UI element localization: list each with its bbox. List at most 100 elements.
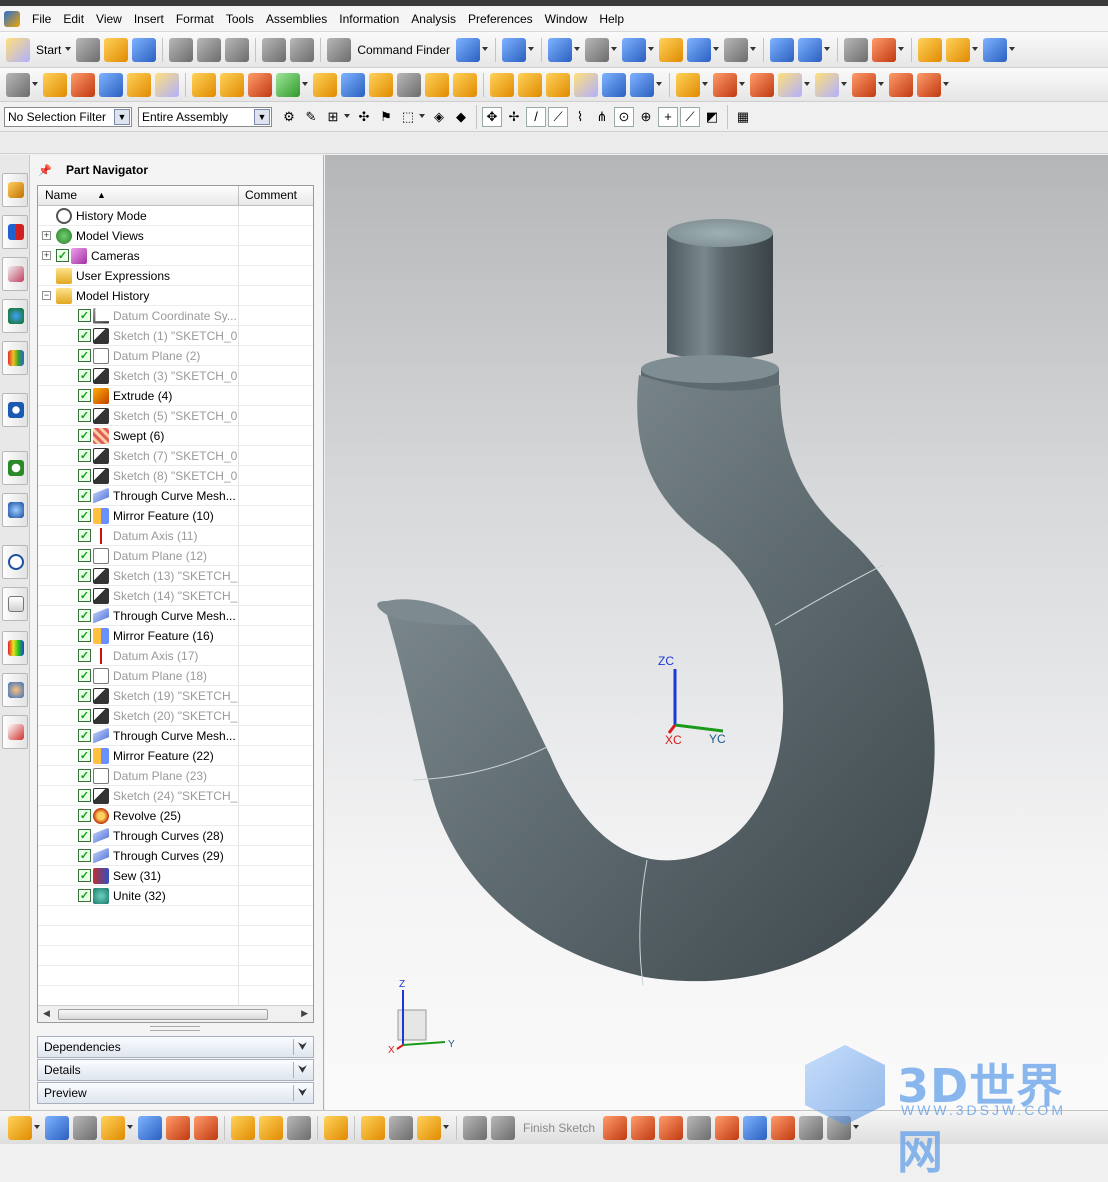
sew-icon[interactable] xyxy=(602,72,626,97)
select-all-icon[interactable]: ⊞ xyxy=(323,107,343,127)
open-file-icon[interactable] xyxy=(104,37,129,62)
sketch-preferences-icon[interactable] xyxy=(8,1115,32,1140)
sketch-grid-icon[interactable] xyxy=(491,1115,515,1140)
tree-row[interactable]: ✓ Sketch (24) "SKETCH_... xyxy=(38,786,313,806)
arc-icon[interactable] xyxy=(659,1115,684,1140)
menu-assemblies[interactable]: Assemblies xyxy=(260,6,333,32)
assembly-dropdown-icon[interactable] xyxy=(824,46,831,53)
unite-icon[interactable] xyxy=(276,72,300,97)
visibility-checkbox[interactable]: ✓ xyxy=(78,629,91,642)
snap-midpoint-icon[interactable]: ⟋ xyxy=(548,106,568,127)
studio-spline-icon[interactable] xyxy=(827,1115,852,1140)
resource-system-scenes[interactable] xyxy=(2,715,28,749)
trim-icon[interactable] xyxy=(194,1115,218,1140)
shell-icon[interactable] xyxy=(425,72,449,97)
paste-icon[interactable] xyxy=(225,37,250,62)
scroll-left-icon[interactable]: ◀ xyxy=(43,1008,50,1019)
visibility-checkbox[interactable]: ✓ xyxy=(78,649,91,662)
clip-view-icon[interactable] xyxy=(687,37,712,62)
save-icon[interactable] xyxy=(132,37,157,62)
chevron-down-icon[interactable]: ⮟ xyxy=(293,1039,311,1055)
tree-row[interactable]: ✓ Sketch (3) "SKETCH_0... xyxy=(38,366,313,386)
spline-dropdown-icon[interactable] xyxy=(853,1124,860,1131)
tree-row[interactable]: ✓ Sew (31) xyxy=(38,866,313,886)
tree-row[interactable]: ✓ Mirror Feature (10) xyxy=(38,506,313,526)
tree-row[interactable]: ✓ Sketch (5) "SKETCH_0... xyxy=(38,406,313,426)
visibility-checkbox[interactable]: ✓ xyxy=(78,849,91,862)
tree-row[interactable]: ✓ Sketch (19) "SKETCH_... xyxy=(38,686,313,706)
pin-icon[interactable]: 📌 xyxy=(38,164,52,177)
tree-row[interactable]: ✓ Sketch (14) "SKETCH_... xyxy=(38,586,313,606)
delete-face-icon[interactable] xyxy=(713,72,737,97)
reuse-icon[interactable] xyxy=(889,72,913,97)
intent-rule-icon[interactable]: ✎ xyxy=(301,107,321,127)
pull-face-icon[interactable] xyxy=(852,72,876,97)
constraint-dropdown-icon[interactable] xyxy=(127,1124,133,1131)
resource-roles[interactable] xyxy=(2,673,28,707)
move-face-icon[interactable] xyxy=(676,72,700,97)
fillet-icon[interactable] xyxy=(259,1115,283,1140)
visibility-checkbox[interactable]: ✓ xyxy=(78,709,91,722)
section-preview[interactable]: Preview ⮟ xyxy=(37,1082,314,1104)
graphics-window[interactable]: ZC XC YC Z X Y xyxy=(325,155,1108,1110)
tree-row[interactable]: ✓ Through Curve Mesh... xyxy=(38,486,313,506)
start-dropdown-icon[interactable] xyxy=(65,46,72,53)
chevron-down-icon[interactable]: ▼ xyxy=(254,108,270,125)
visibility-checkbox[interactable]: ✓ xyxy=(78,329,91,342)
sync-dropdown-icon[interactable] xyxy=(702,81,708,88)
tree-row[interactable]: − Model History xyxy=(38,286,313,306)
expand-icon[interactable]: + xyxy=(42,231,51,240)
resource-hd3d-tools[interactable] xyxy=(2,341,28,375)
scroll-thumb[interactable] xyxy=(58,1009,268,1020)
section-icon[interactable] xyxy=(417,1115,441,1140)
wcs-triad[interactable]: ZC XC YC xyxy=(658,654,726,747)
point-icon[interactable] xyxy=(248,72,272,97)
clip-dropdown-icon[interactable] xyxy=(713,46,720,53)
background-dropdown-icon[interactable] xyxy=(750,46,757,53)
rectangle-icon[interactable] xyxy=(743,1115,768,1140)
menu-format[interactable]: Format xyxy=(170,6,220,32)
visibility-checkbox[interactable]: ✓ xyxy=(78,609,91,622)
resize-dropdown-icon[interactable] xyxy=(804,81,810,88)
snap-on-curve-icon[interactable]: ⟋ xyxy=(680,106,700,127)
tree-row[interactable]: ✓ Datum Coordinate Sy... xyxy=(38,306,313,326)
visibility-checkbox[interactable]: ✓ xyxy=(78,349,91,362)
point-icon[interactable] xyxy=(799,1115,824,1140)
tree-row[interactable]: ✓ Through Curves (28) xyxy=(38,826,313,846)
resource-constraint-navigator[interactable] xyxy=(2,215,28,249)
selection-tools-icon[interactable] xyxy=(456,37,481,62)
redo-icon[interactable] xyxy=(290,37,315,62)
measure-distance-icon[interactable] xyxy=(918,37,943,62)
menu-analysis[interactable]: Analysis xyxy=(405,6,462,32)
general-selection-icon[interactable]: ⚙ xyxy=(279,107,299,127)
navigator-tree[interactable]: Name ▲ Comment History Mode + Model Views +… xyxy=(37,185,314,1023)
resource-part-navigator[interactable] xyxy=(2,257,28,291)
menu-tools[interactable]: Tools xyxy=(220,6,260,32)
tree-row[interactable]: ✓ Sketch (13) "SKETCH_... xyxy=(38,566,313,586)
datum-plane-icon[interactable] xyxy=(192,72,216,97)
undo-icon[interactable] xyxy=(262,37,287,62)
link-icon[interactable] xyxy=(361,1115,385,1140)
visibility-checkbox[interactable]: ✓ xyxy=(78,529,91,542)
extract-icon[interactable] xyxy=(630,72,654,97)
visibility-checkbox[interactable]: ✓ xyxy=(78,409,91,422)
filter-icon[interactable]: ⚑ xyxy=(376,107,396,127)
selection-scope-select[interactable]: Entire Assembly ▼ xyxy=(138,106,272,127)
draft-icon[interactable] xyxy=(518,72,542,97)
menu-information[interactable]: Information xyxy=(333,6,405,32)
datum-axis-icon[interactable] xyxy=(220,72,244,97)
wcs-dropdown-icon[interactable] xyxy=(898,46,905,53)
extrude-icon[interactable] xyxy=(43,72,67,97)
collapse-icon[interactable]: − xyxy=(42,291,51,300)
profile-icon[interactable] xyxy=(603,1115,628,1140)
offset-curve-icon[interactable] xyxy=(287,1115,311,1140)
measure-icon[interactable] xyxy=(389,1115,413,1140)
visibility-checkbox[interactable]: ✓ xyxy=(78,789,91,802)
visibility-checkbox[interactable]: ✓ xyxy=(78,769,91,782)
tree-row[interactable]: ✓ Sketch (8) "SKETCH_0... xyxy=(38,466,313,486)
fit-dropdown-icon[interactable] xyxy=(574,46,581,53)
select-dropdown-icon[interactable] xyxy=(344,113,350,120)
measure-dropdown-icon[interactable] xyxy=(972,46,979,53)
constraint-icon[interactable] xyxy=(101,1115,125,1140)
menu-file[interactable]: File xyxy=(26,6,57,32)
